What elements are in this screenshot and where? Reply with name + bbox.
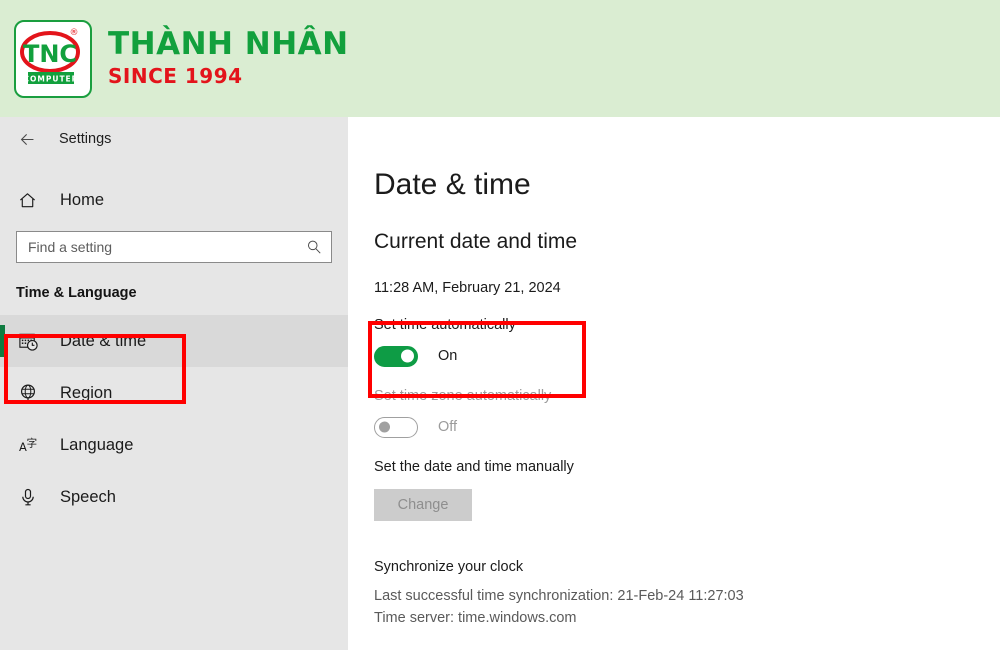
set-time-automatically-block: Set time automatically On bbox=[374, 316, 1000, 367]
last-sync-text: Last successful time synchronization: 21… bbox=[374, 586, 1000, 607]
settings-window: Settings Home Time & bbox=[0, 117, 1000, 650]
brand-name: THÀNH NHÂN bbox=[108, 28, 349, 61]
settings-sidebar: Settings Home Time & bbox=[0, 117, 348, 650]
tnc-logo-graphic: TNC ® COMPUTER bbox=[16, 22, 86, 92]
search-icon[interactable] bbox=[306, 239, 322, 255]
set-date-time-manually-block: Set the date and time manually Change bbox=[374, 458, 1000, 521]
set-time-automatically-toggle[interactable] bbox=[374, 346, 418, 367]
set-timezone-automatically-row: Off bbox=[374, 417, 1000, 438]
sidebar-item-region-label: Region bbox=[60, 384, 112, 403]
set-timezone-automatically-toggle bbox=[374, 417, 418, 438]
home-icon bbox=[16, 189, 38, 211]
set-time-automatically-label: Set time automatically bbox=[374, 316, 1000, 335]
settings-main-pane: Date & time Current date and time 11:28 … bbox=[348, 117, 1000, 650]
sidebar-item-region[interactable]: Region bbox=[0, 367, 348, 419]
settings-titlebar: Settings bbox=[0, 117, 348, 161]
page-title: Date & time bbox=[374, 168, 1000, 201]
set-time-automatically-state: On bbox=[438, 348, 457, 364]
back-arrow-icon bbox=[19, 131, 36, 148]
set-timezone-automatically-state: Off bbox=[438, 419, 457, 435]
sidebar-item-language[interactable]: A 字 Language bbox=[0, 419, 348, 471]
change-button[interactable]: Change bbox=[374, 489, 472, 521]
svg-text:字: 字 bbox=[26, 436, 37, 449]
brand-header: TNC ® COMPUTER THÀNH NHÂN SINCE 1994 bbox=[0, 0, 1000, 117]
time-server-text: Time server: time.windows.com bbox=[374, 608, 1000, 629]
brand-since: SINCE 1994 bbox=[108, 64, 349, 89]
sidebar-group-title: Time & Language bbox=[16, 285, 348, 301]
search-box[interactable] bbox=[16, 231, 332, 263]
microphone-icon bbox=[16, 485, 40, 509]
toggle-knob bbox=[379, 422, 390, 433]
set-timezone-automatically-label: Set time zone automatically bbox=[374, 387, 1000, 406]
sidebar-item-home-label: Home bbox=[60, 191, 104, 210]
sidebar-item-language-label: Language bbox=[60, 436, 133, 455]
language-icon: A 字 bbox=[16, 433, 40, 457]
tnc-logo: TNC ® COMPUTER bbox=[14, 20, 92, 98]
sidebar-item-date-time[interactable]: Date & time bbox=[0, 315, 348, 367]
sidebar-item-speech[interactable]: Speech bbox=[0, 471, 348, 523]
calendar-clock-icon bbox=[16, 329, 40, 353]
sidebar-nav-list: Date & time Region bbox=[0, 315, 348, 523]
synchronize-clock-heading: Synchronize your clock bbox=[374, 559, 1000, 575]
settings-title: Settings bbox=[59, 131, 111, 147]
back-button[interactable] bbox=[12, 124, 42, 154]
screenshot-root: TNC ® COMPUTER THÀNH NHÂN SINCE 1994 Set… bbox=[0, 0, 1000, 650]
sidebar-item-home[interactable]: Home bbox=[0, 183, 348, 217]
section-heading-current-date-time: Current date and time bbox=[374, 230, 1000, 253]
sidebar-item-date-time-label: Date & time bbox=[60, 332, 146, 351]
set-time-automatically-row: On bbox=[374, 346, 1000, 367]
svg-text:®: ® bbox=[70, 28, 79, 38]
svg-text:COMPUTER: COMPUTER bbox=[24, 74, 79, 83]
set-timezone-automatically-block: Set time zone automatically Off bbox=[374, 387, 1000, 438]
brand-text: THÀNH NHÂN SINCE 1994 bbox=[108, 28, 349, 89]
toggle-knob bbox=[401, 350, 414, 363]
current-datetime-value: 11:28 AM, February 21, 2024 bbox=[374, 280, 1000, 296]
globe-icon bbox=[16, 381, 40, 405]
search-input[interactable] bbox=[17, 232, 331, 262]
sidebar-item-speech-label: Speech bbox=[60, 488, 116, 507]
svg-text:TNC: TNC bbox=[23, 40, 77, 68]
set-date-time-manually-label: Set the date and time manually bbox=[374, 458, 1000, 477]
